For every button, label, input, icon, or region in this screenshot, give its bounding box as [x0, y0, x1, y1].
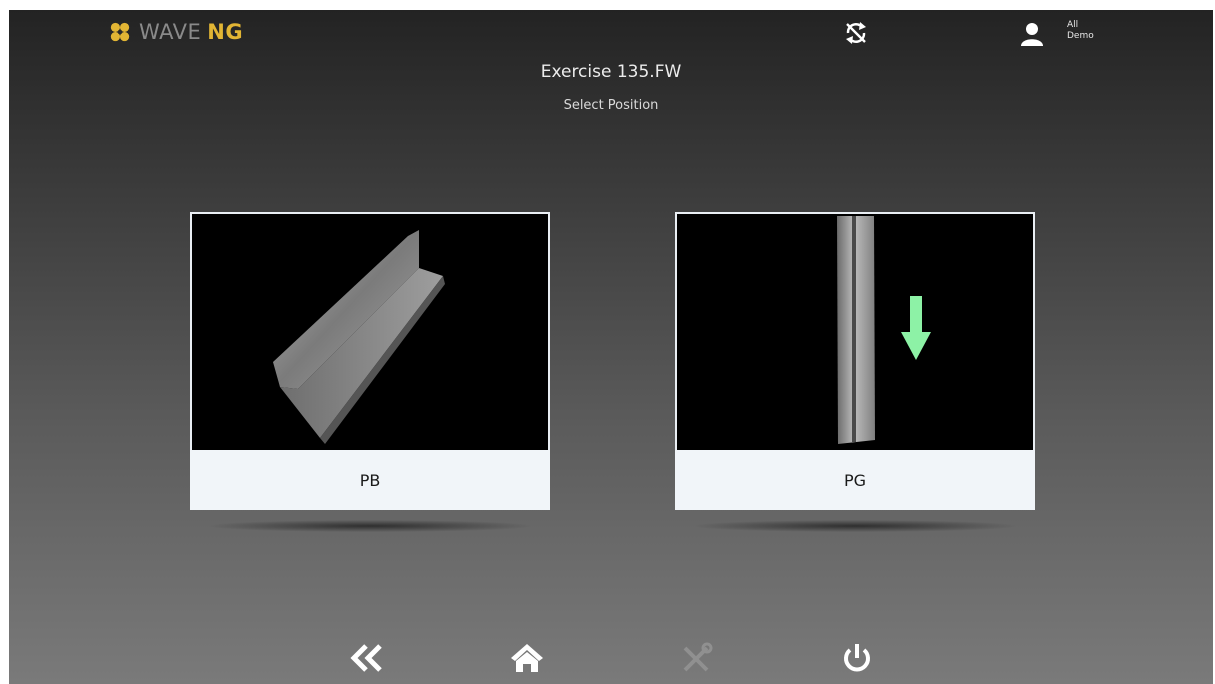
logo-accent: NG: [207, 20, 244, 44]
position-card-pb[interactable]: PB: [190, 212, 550, 532]
user-line2: Demo: [1067, 31, 1094, 41]
power-icon: [844, 644, 870, 672]
position-image-pg: [675, 212, 1035, 450]
user-name: All Demo: [1067, 20, 1094, 42]
tools-icon: [683, 642, 713, 672]
position-label-pg: PG: [675, 450, 1035, 510]
app-window: WAVE NG All Demo Exercise 135.FW Select …: [9, 10, 1213, 684]
back-button[interactable]: [345, 636, 389, 680]
position-label-pb: PB: [190, 450, 550, 510]
logo: WAVE NG: [109, 18, 243, 46]
card-shadow: [210, 520, 530, 532]
home-icon: [511, 644, 543, 672]
home-button[interactable]: [505, 636, 549, 680]
card-shadow: [695, 520, 1015, 532]
position-card-pg[interactable]: PG: [675, 212, 1035, 532]
tools-button[interactable]: [675, 636, 719, 680]
position-image-pb: [190, 212, 550, 450]
sync-disabled-icon[interactable]: [843, 20, 869, 46]
arrow-down-icon: [901, 296, 931, 360]
logo-text: WAVE: [139, 20, 202, 44]
user-icon[interactable]: [1019, 22, 1045, 46]
double-chevron-left-icon: [350, 644, 382, 672]
power-button[interactable]: [835, 636, 879, 680]
page-subtitle: Select Position: [563, 98, 659, 113]
flower-logo-icon: [110, 22, 130, 42]
page-title: Exercise 135.FW: [540, 62, 682, 82]
user-line1: All: [1067, 20, 1079, 30]
